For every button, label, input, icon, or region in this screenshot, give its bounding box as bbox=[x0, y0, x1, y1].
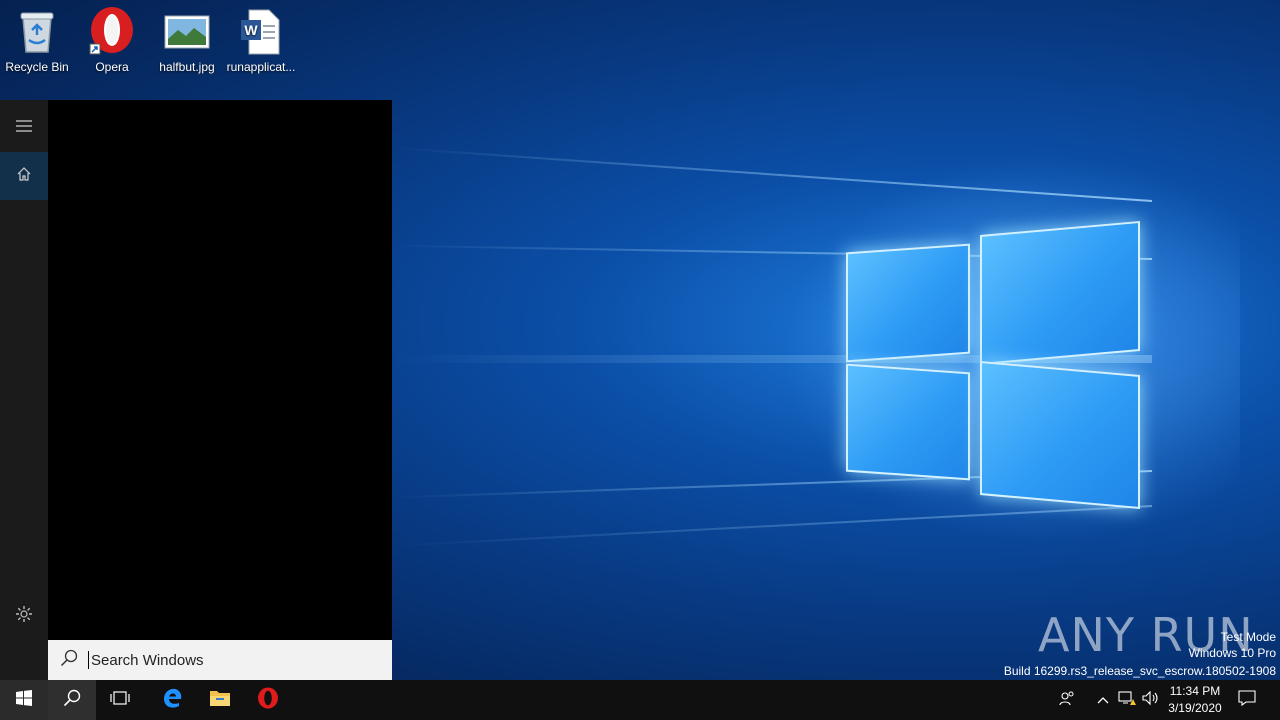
search-icon bbox=[63, 689, 81, 712]
desktop-icon-recycle-bin[interactable]: Recycle Bin bbox=[0, 4, 74, 74]
desktop-icon-opera[interactable]: Opera bbox=[75, 4, 149, 74]
logo-pane-top-right bbox=[980, 221, 1140, 365]
taskbar: 11:34 PM 3/19/2020 bbox=[0, 680, 1280, 720]
image-file-icon bbox=[163, 6, 211, 56]
start-menu-rail bbox=[0, 100, 48, 680]
opera-icon bbox=[88, 6, 136, 56]
clock-button[interactable]: 11:34 PM 3/19/2020 bbox=[1160, 683, 1230, 717]
clock-time: 11:34 PM bbox=[1169, 684, 1221, 698]
logo-pane-bottom-right bbox=[980, 361, 1140, 509]
people-button[interactable] bbox=[1054, 680, 1080, 720]
gear-icon bbox=[15, 605, 33, 628]
taskbar-search-button[interactable] bbox=[48, 680, 96, 720]
desktop-icon-runapplicat[interactable]: W runapplicat... bbox=[224, 4, 298, 74]
chevron-up-icon bbox=[1097, 691, 1109, 709]
hamburger-icon bbox=[16, 119, 32, 137]
notification-icon bbox=[1238, 689, 1256, 711]
word-document-icon: W bbox=[237, 6, 285, 56]
volume-icon bbox=[1142, 690, 1160, 711]
settings-button[interactable] bbox=[0, 592, 48, 640]
expand-menu-button[interactable] bbox=[0, 104, 48, 152]
logo-pane-bottom-left bbox=[846, 363, 970, 481]
show-hidden-icons-button[interactable] bbox=[1092, 680, 1114, 720]
clock-date: 3/19/2020 bbox=[1168, 701, 1222, 715]
action-center-button[interactable] bbox=[1234, 680, 1260, 720]
desktop-icon-label: Opera bbox=[95, 60, 129, 74]
opera-icon bbox=[257, 687, 279, 714]
search-box[interactable] bbox=[48, 640, 392, 680]
logo-pane-top-left bbox=[846, 243, 970, 363]
home-icon bbox=[16, 166, 32, 187]
build-label: Build 16299.rs3_release_svc_escrow.18050… bbox=[1003, 664, 1276, 678]
file-explorer-button[interactable] bbox=[196, 680, 244, 720]
start-button[interactable] bbox=[0, 680, 48, 720]
edge-button[interactable] bbox=[148, 680, 196, 720]
desktop-icon-halfbut-jpg[interactable]: halfbut.jpg bbox=[150, 4, 224, 74]
opera-taskbar-button[interactable] bbox=[244, 680, 292, 720]
desktop-icon-label: runapplicat... bbox=[226, 60, 296, 74]
desktop-icon-label: Recycle Bin bbox=[5, 60, 69, 74]
task-view-button[interactable] bbox=[96, 680, 144, 720]
recycle-bin-icon bbox=[13, 6, 61, 56]
test-mode-label: Test Mode bbox=[1220, 630, 1276, 644]
network-warning-icon bbox=[1118, 690, 1136, 711]
volume-button[interactable] bbox=[1140, 680, 1162, 720]
search-input[interactable] bbox=[89, 650, 373, 670]
edge-icon bbox=[161, 687, 183, 714]
start-windows-icon bbox=[16, 689, 32, 711]
task-view-icon bbox=[110, 690, 130, 711]
start-menu bbox=[0, 100, 392, 680]
network-button[interactable] bbox=[1116, 680, 1138, 720]
people-icon bbox=[1059, 690, 1075, 711]
windows-edition-label: Windows 10 Pro bbox=[1188, 646, 1276, 660]
desktop-icon-label: halfbut.jpg bbox=[159, 60, 215, 74]
home-button[interactable] bbox=[0, 152, 48, 200]
file-explorer-icon bbox=[209, 688, 231, 713]
search-icon bbox=[60, 649, 78, 672]
svg-text:W: W bbox=[244, 22, 258, 38]
